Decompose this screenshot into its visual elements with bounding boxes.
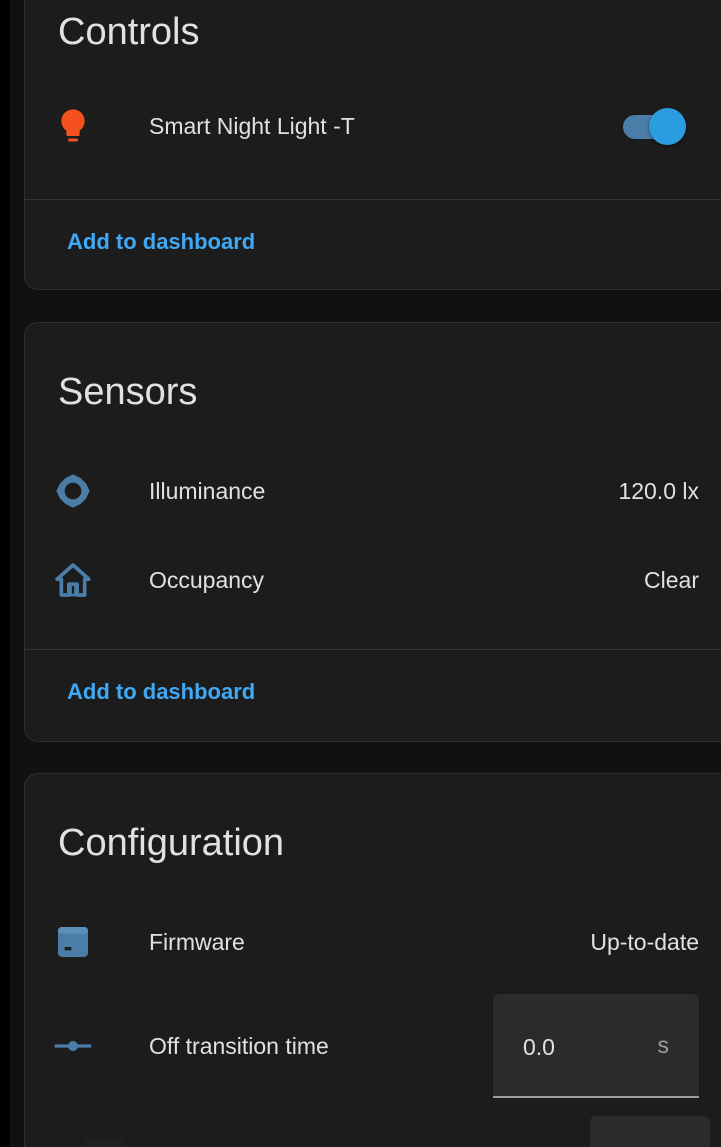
controls-title: Controls	[58, 11, 200, 53]
firmware-icon	[53, 922, 93, 962]
next-row-icon	[83, 1138, 123, 1147]
off-transition-time-input[interactable]	[523, 1032, 623, 1062]
sensor-value: 120.0 lx	[618, 478, 699, 504]
config-label: Firmware	[149, 929, 245, 955]
transition-icon	[53, 1026, 93, 1066]
toggle-knob	[649, 108, 686, 145]
left-edge	[0, 0, 10, 1147]
controls-divider	[25, 199, 721, 200]
sensor-value: Clear	[644, 567, 699, 593]
control-row-smart-night-light[interactable]: Smart Night Light -T	[25, 96, 699, 156]
sensors-add-to-dashboard-button[interactable]: Add to dashboard	[67, 679, 255, 705]
unit-suffix: s	[657, 1032, 670, 1058]
controls-card: Controls Smart Night Light -T Add to das…	[24, 0, 721, 290]
config-row-off-transition-time: Off transition time s	[25, 994, 699, 1098]
sensor-label: Occupancy	[149, 567, 265, 593]
sensors-title: Sensors	[58, 371, 198, 413]
light-toggle[interactable]	[621, 106, 689, 146]
config-value: Up-to-date	[590, 929, 699, 955]
config-row-firmware[interactable]: Firmware Up-to-date	[25, 912, 699, 972]
sensors-divider	[25, 649, 721, 650]
sensor-row-occupancy[interactable]: Occupancy Clear	[25, 550, 699, 610]
device-page: Controls Smart Night Light -T Add to das…	[0, 0, 721, 1147]
sensor-label: Illuminance	[149, 478, 266, 504]
configuration-card: Configuration Firmware Up-to-date Off tr…	[24, 773, 721, 1147]
off-transition-time-field[interactable]: s	[493, 994, 699, 1098]
control-label: Smart Night Light -T	[149, 113, 355, 139]
lightbulb-icon	[53, 106, 93, 146]
controls-add-to-dashboard-button[interactable]: Add to dashboard	[67, 229, 255, 255]
config-label: Off transition time	[149, 1033, 329, 1059]
next-row-input-field[interactable]	[590, 1116, 710, 1147]
home-icon	[53, 560, 93, 600]
sensors-card: Sensors Illuminance 120.0 lx Occupancy C…	[24, 322, 721, 742]
brightness-icon	[53, 471, 93, 511]
sensor-row-illuminance[interactable]: Illuminance 120.0 lx	[25, 461, 699, 521]
configuration-title: Configuration	[58, 822, 285, 864]
